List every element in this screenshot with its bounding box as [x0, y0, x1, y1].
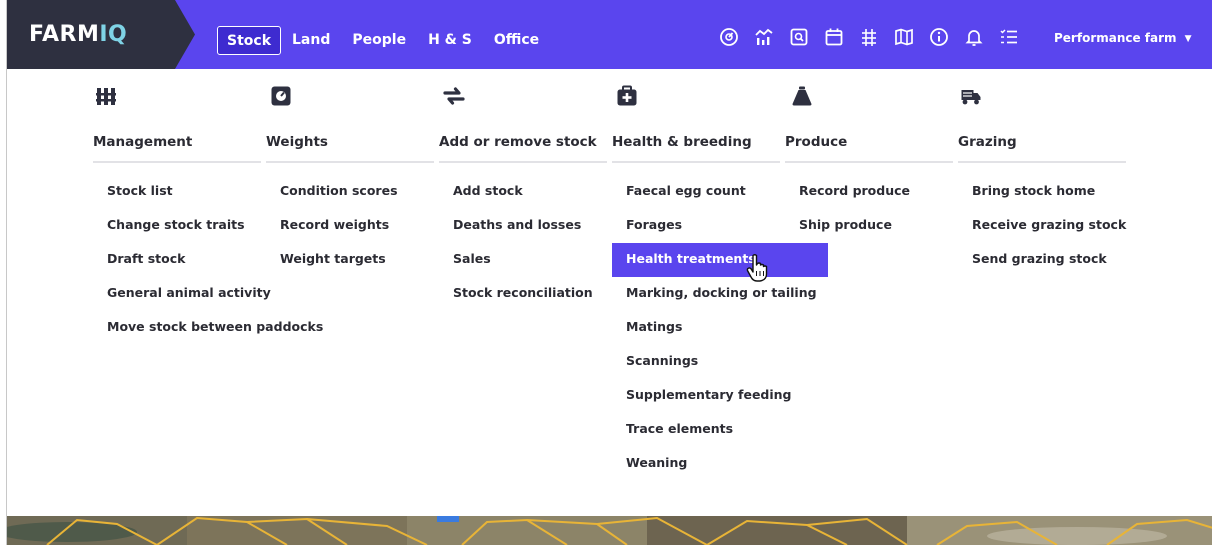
farm-selector-label: Performance farm: [1054, 31, 1177, 45]
brand-logo[interactable]: FARMIQ: [7, 0, 197, 69]
search-records-icon[interactable]: [789, 27, 809, 47]
analytics-icon[interactable]: [754, 27, 774, 47]
calendar-icon[interactable]: [824, 27, 844, 47]
menu-heading-weights: Weights: [266, 134, 328, 150]
nav-icon-bar: [719, 27, 1034, 47]
stock-truck-icon: [960, 85, 982, 107]
menu-item-faecal-egg-count[interactable]: Faecal egg count: [612, 175, 746, 209]
menu-item-matings[interactable]: Matings: [612, 311, 682, 345]
tab-health-and-safety[interactable]: H & S: [417, 26, 483, 55]
brand-word-iq: IQ: [99, 22, 128, 47]
menu-item-weight-targets[interactable]: Weight targets: [266, 243, 386, 277]
menu-item-draft-stock[interactable]: Draft stock: [93, 243, 185, 277]
first-aid-icon: [616, 85, 638, 107]
menu-item-stock-list[interactable]: Stock list: [93, 175, 173, 209]
menu-item-record-produce[interactable]: Record produce: [785, 175, 910, 209]
chevron-down-icon: ▼: [1184, 34, 1192, 44]
column-divider: [958, 161, 1126, 163]
menu-item-ship-produce[interactable]: Ship produce: [785, 209, 892, 243]
menu-item-forages[interactable]: Forages: [612, 209, 682, 243]
feed-budget-icon[interactable]: [859, 27, 879, 47]
farm-selector[interactable]: Performance farm ▼: [1054, 31, 1191, 45]
menu-item-receive-grazing-stock[interactable]: Receive grazing stock: [958, 209, 1126, 243]
menu-heading-add-or-remove-stock: Add or remove stock: [439, 134, 597, 150]
menu-heading-health-and-breeding: Health & breeding: [612, 134, 752, 150]
menu-item-deaths-and-losses[interactable]: Deaths and losses: [439, 209, 581, 243]
column-divider: [439, 161, 607, 163]
task-list-icon[interactable]: [999, 27, 1019, 47]
menu-item-health-treatments[interactable]: Health treatments: [612, 243, 828, 277]
menu-item-record-weights[interactable]: Record weights: [266, 209, 389, 243]
menu-heading-management: Management: [93, 134, 193, 150]
column-divider: [266, 161, 434, 163]
menu-item-general-animal-activity[interactable]: General animal activity: [93, 277, 271, 311]
menu-item-marking-docking-or-tailing[interactable]: Marking, docking or tailing: [612, 277, 817, 311]
column-divider: [785, 161, 953, 163]
app-frame: FARMIQ Stock Land People H & S Office Pe…: [6, 0, 1212, 545]
main-tabs: Stock Land People H & S Office: [217, 26, 550, 55]
menu-item-move-stock-between-paddocks[interactable]: Move stock between paddocks: [93, 311, 323, 345]
hand-pointer-cursor-icon: [745, 253, 771, 283]
scale-icon: [270, 85, 292, 107]
menu-item-scannings[interactable]: Scannings: [612, 345, 698, 379]
brand-wordmark: FARMIQ: [29, 22, 127, 47]
notifications-icon[interactable]: [964, 27, 984, 47]
tab-land[interactable]: Land: [281, 26, 341, 55]
menu-item-weaning[interactable]: Weaning: [612, 447, 687, 481]
menu-item-send-grazing-stock[interactable]: Send grazing stock: [958, 243, 1107, 277]
fence-icon: [95, 85, 117, 107]
menu-item-change-stock-traits[interactable]: Change stock traits: [93, 209, 245, 243]
dashboard-icon[interactable]: [719, 27, 739, 47]
menu-item-stock-reconciliation[interactable]: Stock reconciliation: [439, 277, 593, 311]
menu-heading-produce: Produce: [785, 134, 848, 150]
menu-item-bring-stock-home[interactable]: Bring stock home: [958, 175, 1095, 209]
menu-item-supplementary-feeding[interactable]: Supplementary feeding: [612, 379, 792, 413]
top-nav: FARMIQ Stock Land People H & S Office Pe…: [7, 0, 1212, 69]
menu-item-add-stock[interactable]: Add stock: [439, 175, 523, 209]
menu-item-trace-elements[interactable]: Trace elements: [612, 413, 733, 447]
tab-stock[interactable]: Stock: [217, 26, 282, 55]
menu-item-sales[interactable]: Sales: [439, 243, 491, 277]
wool-bale-icon: [791, 85, 813, 107]
swap-arrows-icon: [443, 85, 465, 107]
column-divider: [93, 161, 261, 163]
tab-office[interactable]: Office: [483, 26, 550, 55]
farm-map-background: [7, 516, 1212, 545]
info-icon[interactable]: [929, 27, 949, 47]
stock-mega-menu: Management Stock list Change stock trait…: [7, 69, 1212, 516]
map-icon[interactable]: [894, 27, 914, 47]
column-divider: [612, 161, 780, 163]
menu-heading-grazing: Grazing: [958, 134, 1017, 150]
menu-item-condition-scores[interactable]: Condition scores: [266, 175, 398, 209]
tab-people[interactable]: People: [341, 26, 417, 55]
brand-word-farm: FARM: [29, 22, 100, 47]
